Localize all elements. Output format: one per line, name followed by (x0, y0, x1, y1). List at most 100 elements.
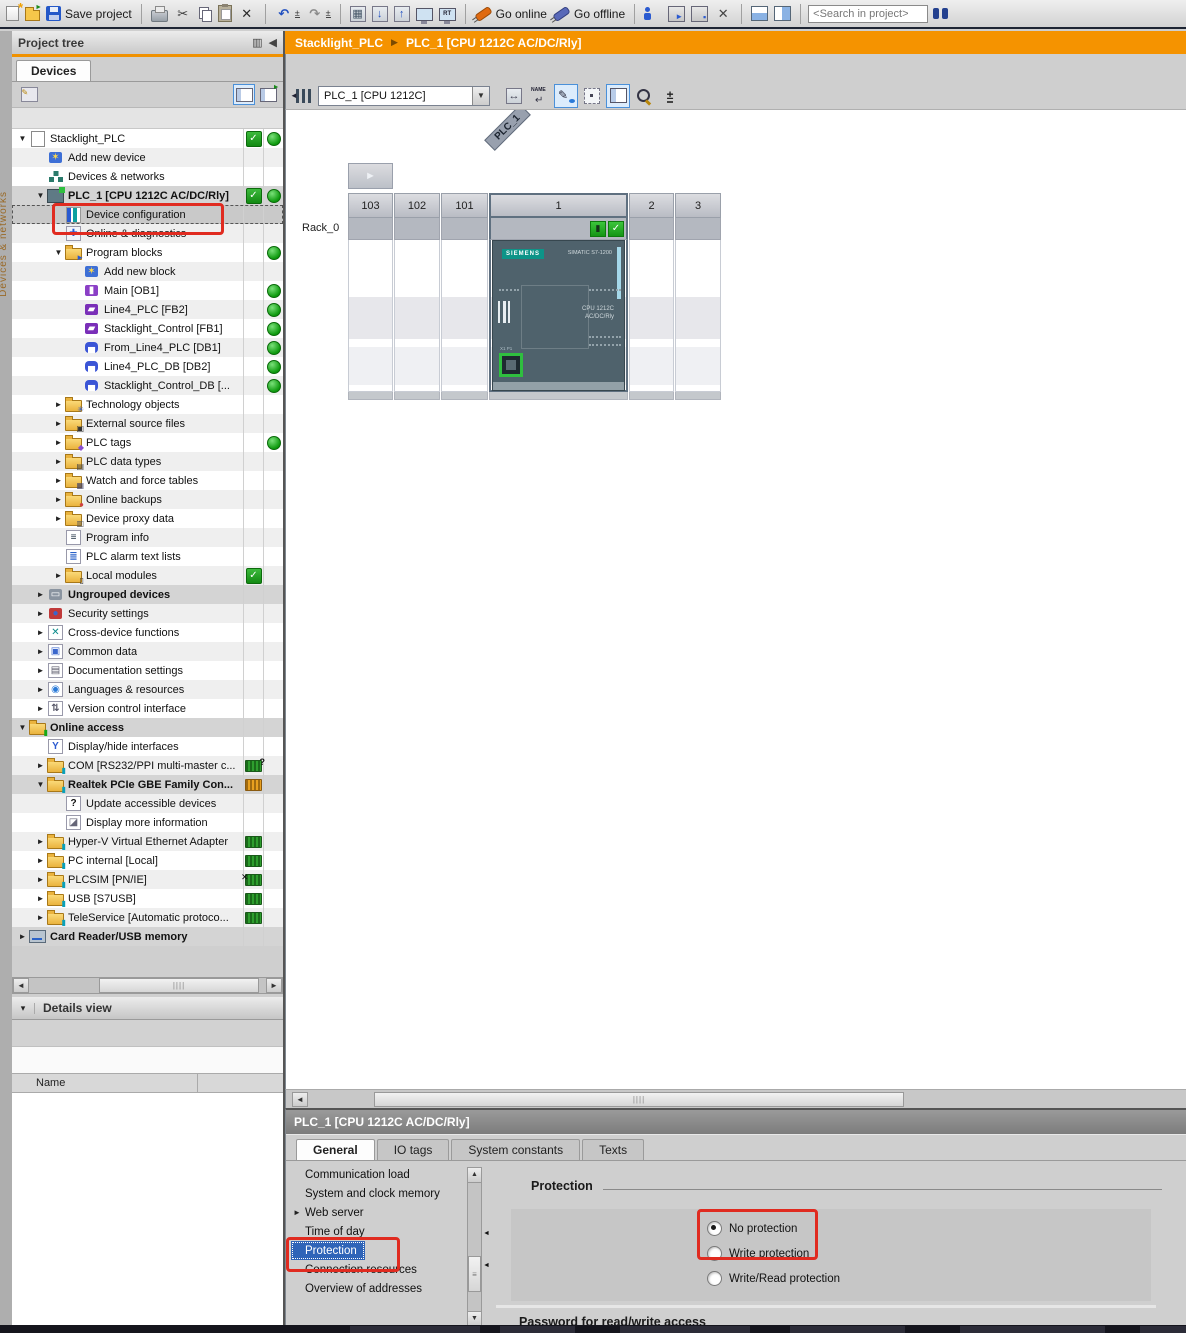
tree-item-program-blocks[interactable]: ▼►Program blocks (12, 243, 283, 262)
expander-icon[interactable]: ► (293, 1208, 301, 1217)
stop-simulation-icon[interactable] (689, 5, 710, 23)
properties-nav-time-of-day[interactable]: Time of day (291, 1222, 466, 1241)
tree-item-line4-plc-db-db2[interactable]: ▄Line4_PLC_DB [DB2] (12, 357, 283, 376)
cpu-module[interactable]: SIEMENS SIMATIC S7-1200 CPU 1212C AC/DC/… (492, 240, 625, 391)
filter-icon[interactable]: ✎ (18, 84, 40, 105)
tree-item-version-control-interface[interactable]: ►⇅Version control interface (12, 699, 283, 718)
expander-icon[interactable]: ▼ (52, 248, 65, 257)
slot-body[interactable] (394, 240, 440, 392)
slot-body[interactable] (348, 240, 393, 392)
radio-option-write-protection[interactable]: Write protection (707, 1246, 809, 1261)
show-online-icon[interactable] (414, 6, 435, 22)
network-topology-icon[interactable] (292, 84, 316, 108)
rack-slot-2[interactable]: 2 (629, 193, 674, 400)
details-toggle-icon[interactable] (233, 84, 255, 105)
tree-item-plc-alarm-text-lists[interactable]: ≣PLC alarm text lists (12, 547, 283, 566)
tree-item-documentation-settings[interactable]: ►▤Documentation settings (12, 661, 283, 680)
properties-nav-scrollbar[interactable]: ▲ ≡ ▼ (467, 1167, 482, 1327)
tree-item-languages-resources[interactable]: ►◉Languages & resources (12, 680, 283, 699)
slot-body[interactable] (629, 240, 674, 392)
splitter-arrow-icon[interactable]: ◄ (483, 1230, 490, 1237)
zoom-icon[interactable] (632, 84, 656, 108)
expander-icon[interactable]: ► (34, 837, 47, 846)
expander-icon[interactable]: ► (34, 704, 47, 713)
collapse-panel-icon[interactable]: ◀ (269, 36, 277, 49)
canvas-hscrollbar[interactable]: ◄ |||| (285, 1089, 1186, 1108)
properties-nav-overview-of-addresses[interactable]: Overview of addresses (291, 1279, 466, 1298)
device-view-canvas[interactable]: PLC_1 ► Rack_0 1031021011▮✓ SIEMENS SIMA… (285, 110, 1186, 1089)
cut-icon[interactable]: ✂ (172, 4, 194, 24)
device-tag[interactable]: PLC_1 (484, 110, 531, 151)
tree-item-teleservice-automatic-protoco[interactable]: ►▮TeleService [Automatic protoco... (12, 908, 283, 927)
properties-nav-protection[interactable]: Protection (291, 1241, 365, 1260)
scroll-left-icon[interactable]: ◄ (292, 1092, 308, 1107)
paste-icon[interactable] (216, 4, 234, 23)
expander-icon[interactable]: ► (52, 514, 65, 523)
tree-item-usb-s7usb[interactable]: ►▮USB [S7USB] (12, 889, 283, 908)
tree-item-stacklight-plc[interactable]: ▼Stacklight_PLC✓ (12, 129, 283, 148)
show-labels-icon[interactable] (554, 84, 578, 108)
devices-networks-vertical-tab[interactable]: Devices & networks (0, 191, 9, 297)
expander-icon[interactable]: ▼ (16, 723, 29, 732)
go-offline-button[interactable]: Go offline (551, 6, 627, 22)
tab-texts[interactable]: Texts (582, 1139, 644, 1160)
copy-icon[interactable] (196, 5, 214, 22)
tree-item-realtek-pcie-gbe-family-con[interactable]: ▼▮Realtek PCIe GBE Family Con... (12, 775, 283, 794)
tab-io-tags[interactable]: IO tags (377, 1139, 450, 1160)
tree-item-devices-networks[interactable]: Devices & networks (12, 167, 283, 186)
chevron-down-icon[interactable]: ▼ (472, 87, 489, 105)
redo-button[interactable]: ↷± (304, 4, 333, 24)
slot-number-label[interactable]: 1 (489, 193, 628, 218)
start-runtime-icon[interactable] (437, 6, 458, 22)
float-panel-icon[interactable]: ▥ (252, 36, 262, 49)
expander-icon[interactable]: ► (34, 647, 47, 656)
expander-icon[interactable]: ► (52, 419, 65, 428)
tree-item-watch-and-force-tables[interactable]: ►▦Watch and force tables (12, 471, 283, 490)
rack-slot-1[interactable]: 1▮✓ SIEMENS SIMATIC S7-1200 CPU 1212C AC… (489, 193, 628, 400)
slot-body[interactable]: SIEMENS SIMATIC S7-1200 CPU 1212C AC/DC/… (489, 240, 628, 392)
tree-item-plcsim-pn-ie[interactable]: ►▮PLCSIM [PN/IE]✕ (12, 870, 283, 889)
slot-body[interactable] (675, 240, 721, 392)
radio-option-write-read-protection[interactable]: Write/Read protection (707, 1271, 840, 1286)
expander-icon[interactable]: ▼ (16, 134, 29, 143)
slot-number-label[interactable]: 103 (348, 193, 393, 218)
scroll-thumb[interactable]: |||| (99, 978, 259, 993)
tree-item-program-info[interactable]: ≡Program info (12, 528, 283, 547)
tree-item-from-line4-plc-db1[interactable]: ▄From_Line4_PLC [DB1] (12, 338, 283, 357)
tree-item-card-reader-usb-memory[interactable]: ►Card Reader/USB memory (12, 927, 283, 946)
expander-icon[interactable]: ► (34, 590, 47, 599)
tree-item-main-ob1[interactable]: ▮Main [OB1] (12, 281, 283, 300)
tree-item-line4-plc-fb2[interactable]: ▰Line4_PLC [FB2] (12, 300, 283, 319)
tree-item-security-settings[interactable]: ►●Security settings (12, 604, 283, 623)
scroll-thumb[interactable]: ≡ (468, 1256, 481, 1292)
breadcrumb-device[interactable]: PLC_1 [CPU 1212C AC/DC/Rly] (406, 36, 582, 50)
tree-item-stacklight-control-fb1[interactable]: ▰Stacklight_Control [FB1] (12, 319, 283, 338)
properties-nav-web-server[interactable]: ►Web server (291, 1203, 466, 1222)
expander-icon[interactable]: ► (16, 932, 29, 941)
expander-icon[interactable]: ► (52, 476, 65, 485)
accessible-devices-icon[interactable] (642, 4, 664, 24)
tab-devices[interactable]: Devices (16, 60, 91, 81)
tree-item-com-rs232-ppi-multi-master-c[interactable]: ►▮COM [RS232/PPI multi-master c...? (12, 756, 283, 775)
search-icon[interactable] (930, 6, 951, 21)
open-project-icon[interactable] (23, 5, 42, 22)
tree-item-display-hide-interfaces[interactable]: YDisplay/hide interfaces (12, 737, 283, 756)
tree-item-stacklight-control-db[interactable]: ▄Stacklight_Control_DB [... (12, 376, 283, 395)
expander-icon[interactable]: ► (34, 666, 47, 675)
scroll-right-icon[interactable]: ► (266, 978, 282, 993)
search-in-project-input[interactable] (808, 5, 928, 23)
tree-item-common-data[interactable]: ►▣Common data (12, 642, 283, 661)
delete-icon[interactable]: ✕ (236, 4, 258, 24)
split-horizontal-icon[interactable] (749, 5, 770, 22)
project-tree-hscrollbar[interactable]: ◄ |||| ► (12, 977, 283, 994)
device-overview-icon[interactable] (606, 84, 630, 108)
dropdown-caret-icon[interactable]: ± (326, 9, 331, 18)
tab-system-constants[interactable]: System constants (451, 1139, 580, 1160)
slot-number-label[interactable]: 102 (394, 193, 440, 218)
rack-slot-101[interactable]: 101 (441, 193, 488, 400)
slot-number-label[interactable]: 101 (441, 193, 488, 218)
save-project-button[interactable]: Save project (44, 5, 134, 22)
tree-item-add-new-device[interactable]: ✶Add new device (12, 148, 283, 167)
expander-icon[interactable]: ► (52, 438, 65, 447)
rack-slot-103[interactable]: 103 (348, 193, 393, 400)
